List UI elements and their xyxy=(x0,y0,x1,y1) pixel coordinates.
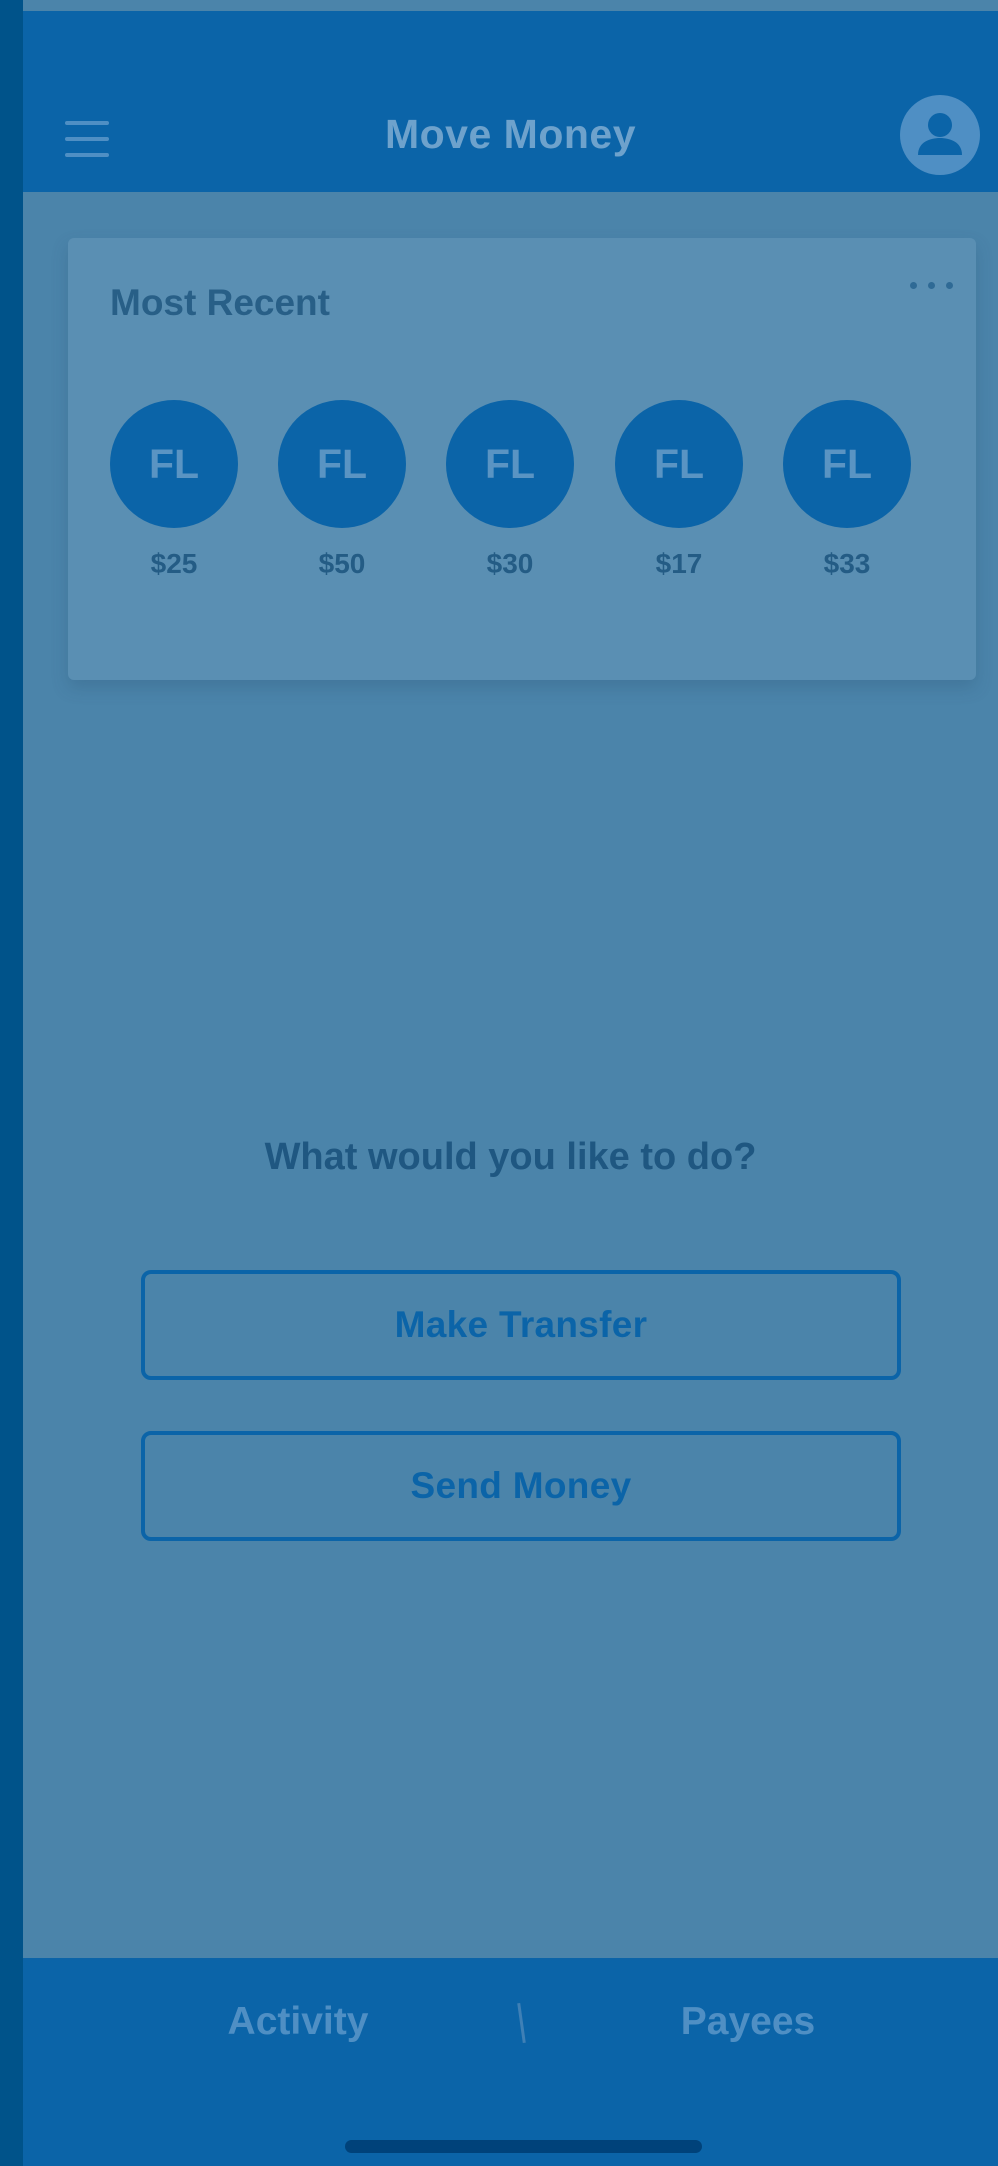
recent-payee-5[interactable]: FL $33 xyxy=(783,400,911,590)
tab-divider xyxy=(517,2002,526,2044)
payee-amount: $30 xyxy=(486,548,534,579)
app-screen: Move Money Most Recent FL $25 FL $50 FL … xyxy=(23,0,998,2166)
payee-amount: $50 xyxy=(318,548,366,579)
payee-avatar[interactable]: FL xyxy=(446,400,574,528)
recent-payee-1[interactable]: FL $25 xyxy=(110,400,238,590)
top-app-bar: Move Money xyxy=(23,11,998,192)
tab-activity[interactable]: Activity xyxy=(103,1958,493,2085)
page-title: Move Money xyxy=(384,111,637,157)
payee-amount: $17 xyxy=(655,548,703,579)
payee-amount: $25 xyxy=(150,548,198,579)
payee-avatar[interactable]: FL xyxy=(615,400,743,528)
make-transfer-button[interactable]: Make Transfer xyxy=(141,1270,901,1380)
tab-payees[interactable]: Payees xyxy=(553,1958,943,2085)
recent-payee-3[interactable]: FL $30 xyxy=(446,400,574,590)
payee-avatar[interactable]: FL xyxy=(110,400,238,528)
most-recent-title: Most Recent xyxy=(110,282,330,323)
home-indicator-area xyxy=(23,2085,998,2166)
payee-avatar[interactable]: FL xyxy=(783,400,911,528)
recent-payee-2[interactable]: FL $50 xyxy=(278,400,406,590)
home-indicator[interactable] xyxy=(345,2140,702,2153)
recent-payee-4[interactable]: FL $17 xyxy=(615,400,743,590)
action-prompt: What would you like to do? xyxy=(264,1136,757,1178)
payee-avatar[interactable]: FL xyxy=(278,400,406,528)
device-frame-left xyxy=(0,0,23,2166)
send-money-button[interactable]: Send Money xyxy=(141,1431,901,1541)
user-avatar-icon[interactable] xyxy=(900,95,980,175)
bottom-tab-bar: Activity Payees xyxy=(23,1958,998,2085)
payee-amount: $33 xyxy=(823,548,871,579)
most-recent-card: Most Recent FL $25 FL $50 FL $30 FL $17 … xyxy=(68,238,976,680)
ellipsis-icon[interactable] xyxy=(910,282,958,294)
